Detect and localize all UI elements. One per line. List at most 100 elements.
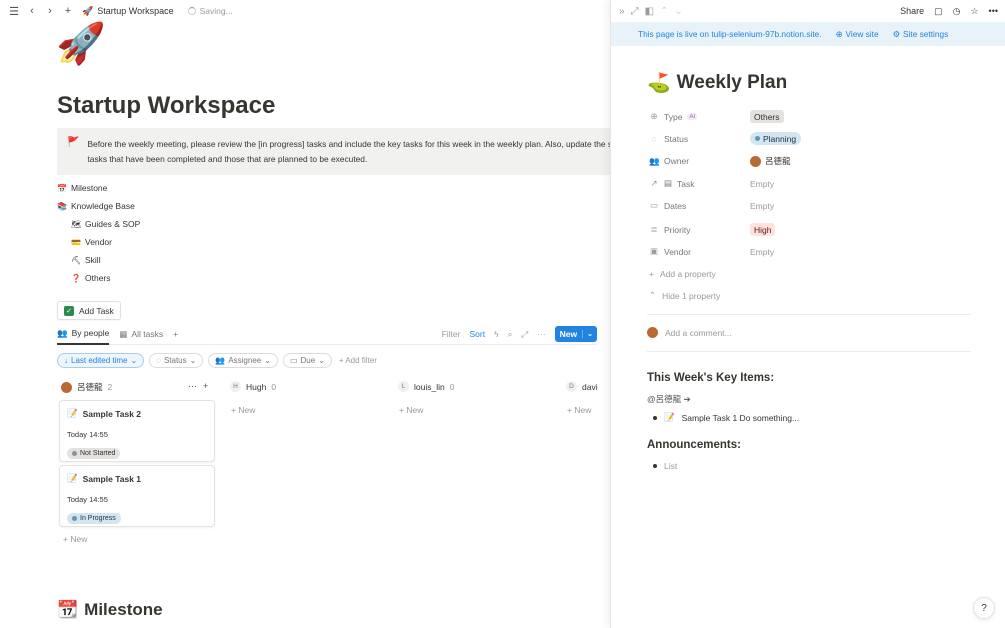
back-icon[interactable]: ‹ [26,5,38,17]
status-icon: ◌ [156,356,161,365]
add-view-button[interactable]: + [173,324,178,345]
new-label: New [406,405,424,415]
chip-label: Due [300,356,316,365]
search-icon[interactable]: ⌕ [508,329,513,340]
milestone-heading[interactable]: 📆 Milestone [57,600,163,620]
checkbox-icon: ✓ [64,305,74,316]
new-card-button[interactable]: + New [399,405,423,415]
new-label: New [574,405,592,415]
column-header[interactable]: 呂德龍 2 [61,381,112,393]
column-header[interactable]: H Hugh 0 [230,381,276,392]
bullet-icon [653,464,657,468]
link-knowledge-base[interactable]: 📚 Knowledge Base [57,201,135,211]
list-item[interactable]: 📝 Sample Task 1 Do something... [653,412,799,423]
breadcrumb[interactable]: 🚀 Startup Workspace [82,6,174,17]
chevron-down-icon[interactable]: ⌄ [674,6,682,17]
briefcase-icon: ▣ [649,246,659,256]
link-milestone[interactable]: 📅 Milestone [57,183,107,193]
star-icon[interactable]: ☆ [970,6,978,17]
expand-icon[interactable]: ⤢ [631,6,639,17]
calendar-icon: ▭ [649,200,659,210]
menu-icon[interactable]: ☰ [8,5,20,18]
last-edited-filter[interactable]: ↓ Last edited time ⌄ [57,353,145,368]
sort-button[interactable]: Sort [469,329,485,339]
chip-label: Assignee [228,356,262,365]
add-property-button[interactable]: + Add a property [649,269,716,279]
people-icon: 👥 [57,327,68,338]
filter-button[interactable]: Filter [442,329,461,339]
more-icon[interactable]: ··· [188,381,197,391]
divider [647,351,971,352]
live-site-banner: This page is live on tulip-selenium-97b.… [611,22,1005,46]
more-icon[interactable]: ••• [989,6,998,16]
plus-icon[interactable]: + [203,381,208,391]
view-site-link[interactable]: ⊕ View site [836,29,879,39]
more-icon[interactable]: ··· [537,329,546,339]
column-header[interactable]: D davi [566,381,598,392]
share-button[interactable]: Share [900,6,924,16]
property-owner[interactable]: 👥 Owner 呂德龍 [649,155,791,167]
link-others[interactable]: ❓ Others [71,273,111,283]
tab-label: All tasks [131,329,164,339]
plus-icon: + [173,329,179,339]
view-actions: Filter Sort ϟ ⌕ ⤢ ··· New ⌄ [442,326,597,342]
task-card[interactable]: 📝 Sample Task 1 Today 14:55 In Progress [59,465,215,527]
comment-icon[interactable]: ▢ [934,6,943,17]
property-priority[interactable]: ≣ Priority High [649,223,776,236]
chevron-up-icon[interactable]: ⌃ [660,6,668,17]
tab-by-people[interactable]: 👥 By people [57,324,110,345]
new-card-button[interactable]: + New [63,534,87,544]
help-button[interactable]: ? [973,597,995,619]
add-filter-button[interactable]: + Add filter [339,356,377,365]
property-task[interactable]: ↗ ▤ Task Empty [649,178,774,189]
announcements-heading[interactable]: Announcements: [647,439,741,451]
page-icon[interactable]: 🚀 [56,22,106,66]
task-card[interactable]: 📝 Sample Task 2 Today 14:55 Not Started [59,400,215,462]
new-button[interactable]: New ⌄ [554,326,597,342]
expand-icon[interactable]: ⤢ [521,329,528,340]
chevron-down-icon[interactable]: ⌄ [582,330,597,338]
hide-property-button[interactable]: ⌃ Hide 1 property [649,290,720,301]
page-title[interactable]: Startup Workspace [57,92,275,120]
new-label: New [238,405,256,415]
history-icon[interactable]: ◷ [953,6,961,17]
layout-icon[interactable]: ◧ [645,6,654,17]
key-items-heading[interactable]: This Week's Key Items: [647,372,774,384]
site-settings-link[interactable]: ⚙ Site settings [893,29,949,39]
property-type[interactable]: ⊕ Type AI Others [649,110,784,123]
action-label: Add a property [659,269,716,279]
link-guides-sop[interactable]: 🗺 Guides & SOP [71,219,140,229]
assignee-filter[interactable]: 👥 Assignee ⌄ [208,353,278,368]
status-badge: Not Started [67,448,121,459]
panel-title[interactable]: ⛳ Weekly Plan [647,71,787,95]
column-count: 0 [449,381,455,392]
due-filter[interactable]: ▭ Due ⌄ [282,353,332,368]
add-task-button[interactable]: ✓ Add Task [57,301,121,320]
empty-value: Empty [750,200,775,211]
lightning-icon[interactable]: ϟ [494,329,499,339]
tab-all-tasks[interactable]: ▦ All tasks [119,324,163,345]
new-card-button[interactable]: + New [567,405,591,415]
property-dates[interactable]: ▭ Dates Empty [649,200,774,211]
column-header[interactable]: L louis_lin 0 [398,381,454,392]
ai-badge: AI [687,113,698,120]
plus-icon[interactable]: + [62,5,74,17]
list-item[interactable]: List [653,461,677,471]
callout-text[interactable]: Before the weekly meeting, please review… [87,137,610,175]
rocket-icon: 🚀 [82,5,94,16]
status-filter[interactable]: ◌ Status ⌄ [149,353,204,368]
link-skill[interactable]: ⛏ Skill [71,255,101,265]
property-status[interactable]: ◌ Status Planning [649,132,802,145]
link-vendor[interactable]: 💳 Vendor [71,237,112,247]
comment-input[interactable]: Add a comment... [647,327,732,338]
priority-icon: ≣ [650,224,658,234]
property-vendor[interactable]: ▣ Vendor Empty [649,246,774,257]
calendar-icon: ▭ [289,356,298,365]
status-dot-icon [755,136,760,141]
title-label: Weekly Plan [676,72,788,93]
new-card-button[interactable]: + New [231,405,255,415]
close-panel-icon[interactable]: » [619,6,625,17]
forward-icon[interactable]: › [44,5,56,17]
add-task-label: Add Task [79,305,114,316]
user-mention[interactable]: @呂德龍 ➔ [647,393,691,405]
